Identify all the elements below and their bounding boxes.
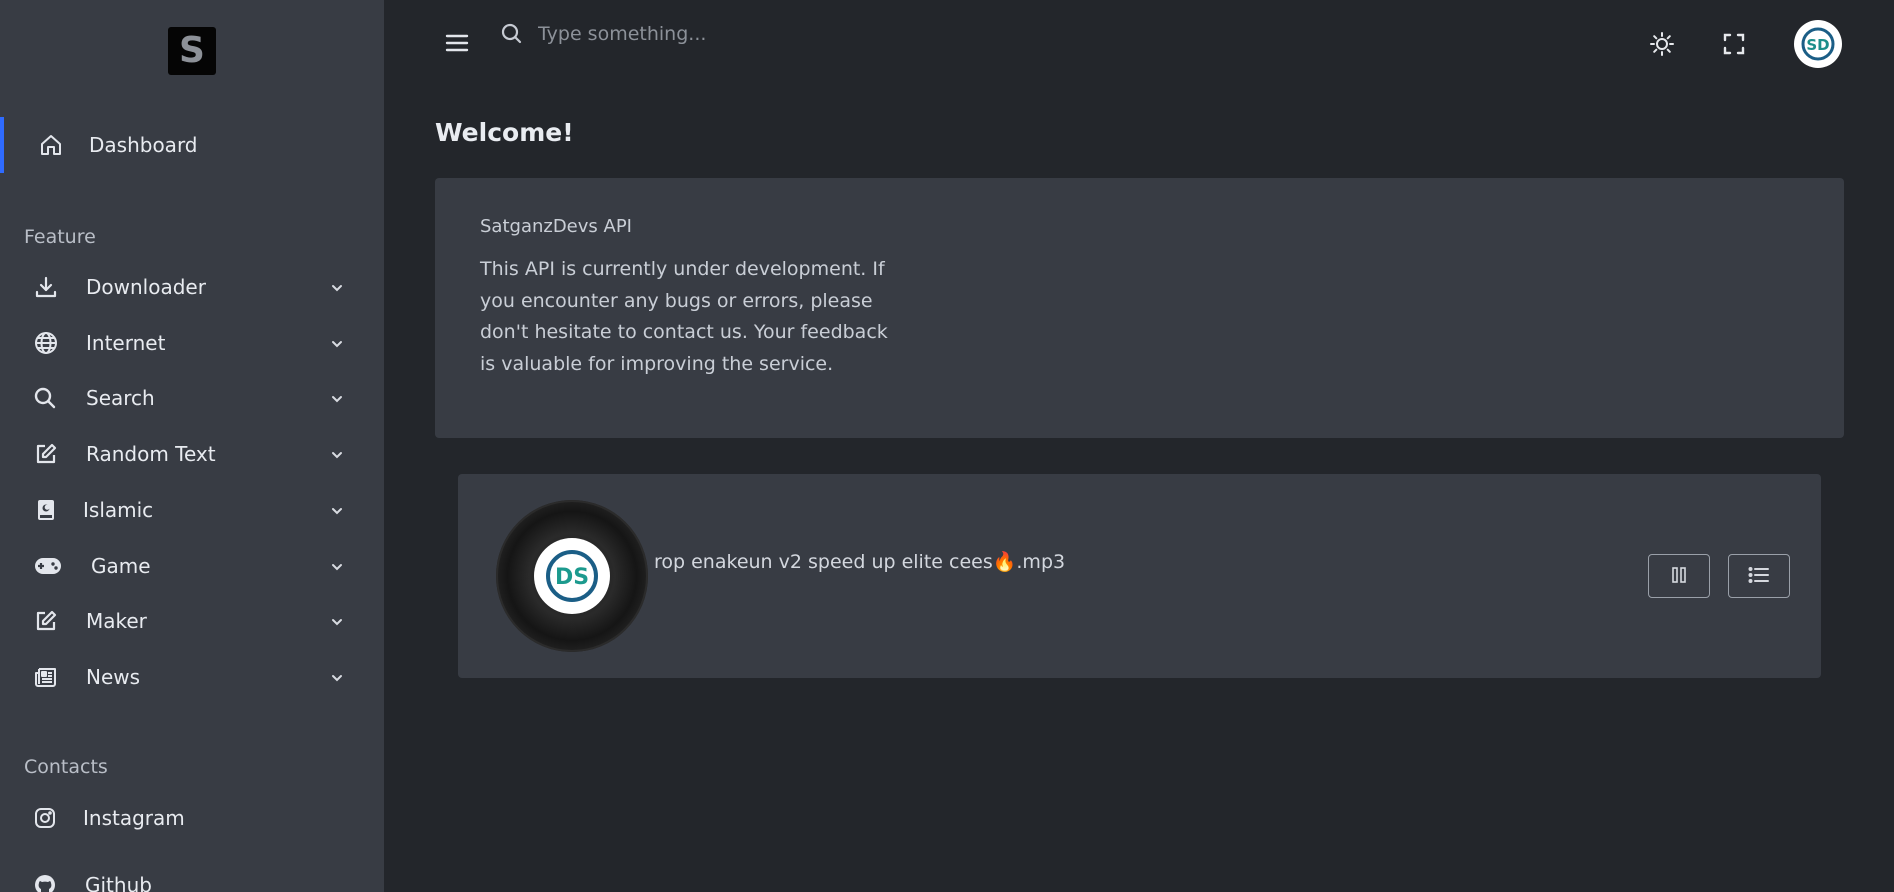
- logo-letter: S: [179, 30, 205, 71]
- theme-toggle-sun-icon[interactable]: [1648, 30, 1676, 58]
- chevron-down-icon: [328, 501, 346, 519]
- sidebar-item-label: Instagram: [83, 806, 185, 830]
- edit-icon: [34, 442, 58, 466]
- fullscreen-icon[interactable]: [1720, 30, 1748, 58]
- pause-button[interactable]: [1648, 554, 1710, 598]
- instagram-icon: [33, 806, 57, 830]
- avatar-text: SD: [1806, 36, 1829, 54]
- sidebar-item-github[interactable]: Github: [0, 857, 384, 892]
- sidebar-item-label: News: [86, 665, 141, 689]
- sidebar-item-label: Search: [86, 386, 155, 410]
- sidebar-item-label: Maker: [86, 609, 147, 633]
- sidebar-item-label: Github: [85, 873, 152, 892]
- sidebar-item-downloader[interactable]: Downloader: [0, 259, 384, 315]
- chevron-down-icon: [328, 334, 346, 352]
- chevron-down-icon: [328, 445, 346, 463]
- search-input[interactable]: [538, 14, 918, 54]
- sidebar-item-label: Downloader: [86, 275, 206, 299]
- card-title: SatganzDevs API: [480, 216, 632, 237]
- card-body: This API is currently under development.…: [480, 258, 888, 375]
- section-title-feature: Feature: [24, 226, 96, 248]
- chevron-down-icon: [328, 668, 346, 686]
- newspaper-icon: [34, 665, 58, 689]
- download-icon: [34, 275, 58, 299]
- sidebar-item-search[interactable]: Search: [0, 370, 384, 426]
- sidebar-item-label: Random Text: [86, 442, 216, 466]
- sidebar-item-internet[interactable]: Internet: [0, 315, 384, 371]
- track-name: rop enakeun v2 speed up elite cees🔥.mp3: [654, 551, 1066, 573]
- chevron-down-icon: [328, 278, 346, 296]
- quran-book-icon: [34, 498, 58, 522]
- pause-icon: [1670, 566, 1688, 587]
- search-bar: [500, 12, 920, 56]
- chevron-down-icon: [328, 557, 346, 575]
- disc-label: DS: [534, 538, 610, 614]
- vinyl-disc: DS: [496, 500, 648, 652]
- sidebar-item-islamic[interactable]: Islamic: [0, 482, 384, 538]
- info-card: SatganzDevs API This API is currently un…: [435, 178, 1844, 438]
- sidebar-item-random-text[interactable]: Random Text: [0, 426, 384, 482]
- sidebar-item-maker[interactable]: Maker: [0, 593, 384, 649]
- sidebar-item-label: Dashboard: [89, 133, 198, 157]
- sidebar: S Dashboard Feature Downloader Internet …: [0, 0, 384, 892]
- section-title-contacts: Contacts: [24, 756, 108, 778]
- avatar[interactable]: SD: [1794, 20, 1842, 68]
- sidebar-item-label: Islamic: [83, 498, 154, 522]
- home-icon: [39, 133, 63, 157]
- sidebar-item-dashboard[interactable]: Dashboard: [0, 117, 384, 173]
- sidebar-item-label: Game: [91, 554, 151, 578]
- logo[interactable]: S: [168, 27, 216, 75]
- chevron-down-icon: [328, 612, 346, 630]
- sidebar-item-game[interactable]: Game: [0, 538, 384, 594]
- search-icon: [33, 386, 57, 410]
- topbar: SD: [384, 0, 1894, 90]
- playlist-button[interactable]: [1728, 554, 1790, 598]
- page-title: Welcome!: [435, 118, 574, 147]
- music-player: DS rop enakeun v2 speed up elite cees🔥.m…: [458, 474, 1821, 678]
- sidebar-item-label: Internet: [86, 331, 166, 355]
- disc-label-text: DS: [555, 565, 589, 590]
- sidebar-item-instagram[interactable]: Instagram: [0, 790, 384, 846]
- gamepad-icon: [34, 554, 62, 578]
- edit-icon: [34, 609, 58, 633]
- search-icon: [500, 22, 524, 46]
- github-icon: [33, 873, 57, 892]
- menu-toggle-icon[interactable]: [444, 31, 470, 55]
- list-icon: [1748, 566, 1770, 587]
- globe-icon: [34, 331, 58, 355]
- chevron-down-icon: [328, 389, 346, 407]
- sidebar-item-news[interactable]: News: [0, 649, 384, 705]
